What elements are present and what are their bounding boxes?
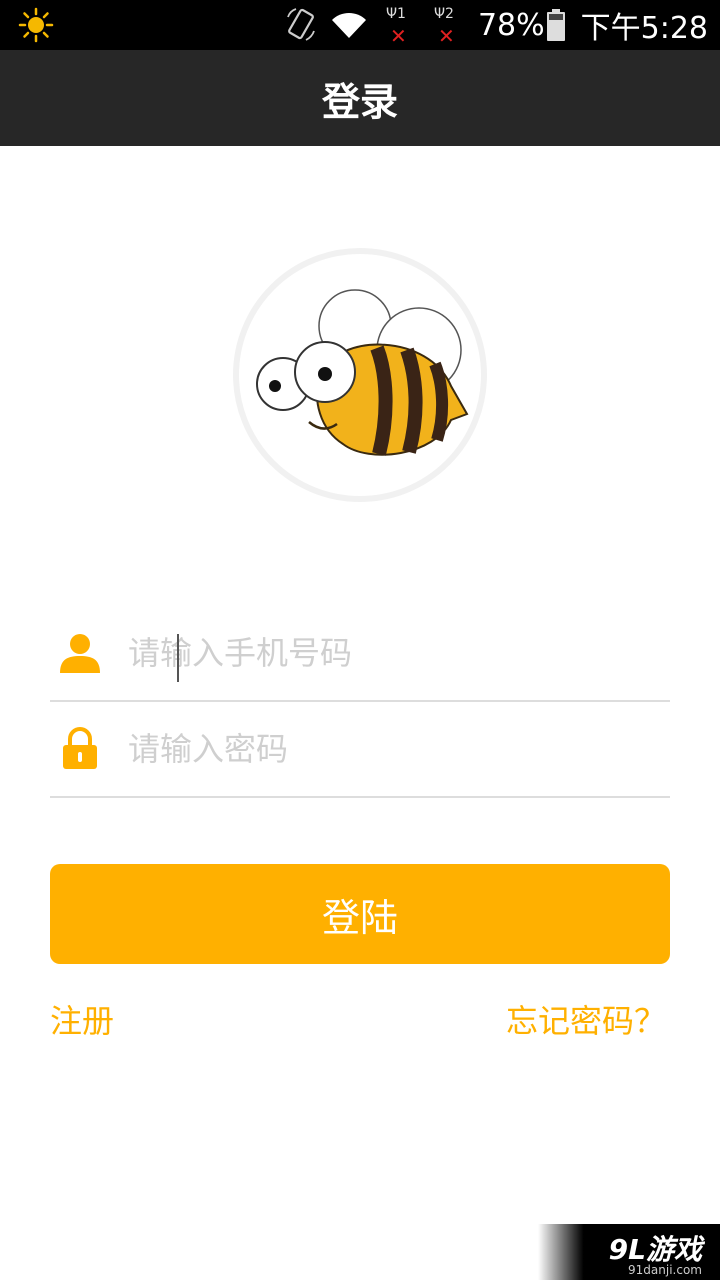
phone-input[interactable]	[128, 623, 628, 683]
logo-circle	[233, 248, 487, 502]
page-title: 登录	[321, 79, 398, 124]
no-signal-icon: ✕	[389, 24, 407, 48]
no-signal-icon: ✕	[437, 24, 455, 48]
sim1-signal: Ψ1 ✕	[385, 6, 407, 48]
sun-icon	[18, 7, 54, 43]
clock: 下午5:28	[580, 11, 708, 46]
screen-rotation-icon	[286, 7, 316, 43]
password-field-row	[50, 702, 670, 798]
user-icon	[50, 623, 110, 683]
register-link[interactable]: 注册	[50, 996, 114, 1042]
sim2-signal: Ψ2 ✕	[433, 6, 455, 48]
phone-field-row	[50, 606, 670, 702]
password-input[interactable]	[128, 719, 628, 779]
text-cursor	[177, 634, 179, 682]
wifi-icon	[330, 10, 368, 40]
battery-percent: 78%	[477, 7, 545, 43]
forgot-password-link[interactable]: 忘记密码？	[506, 996, 666, 1042]
app-bar: 登录	[0, 50, 720, 146]
lock-icon	[50, 719, 110, 779]
login-button[interactable]: 登陆	[50, 864, 670, 964]
watermark-logo: 9L游戏 91danji.com	[538, 1224, 720, 1280]
status-bar: Ψ1 ✕ Ψ2 ✕ 78% 下午5:28	[0, 0, 720, 50]
battery-icon	[546, 9, 565, 41]
bee-logo-icon	[256, 289, 469, 456]
